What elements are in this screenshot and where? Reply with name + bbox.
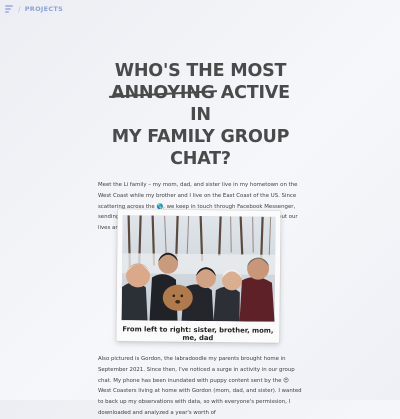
top-bar: / PROJECTS [5, 2, 63, 16]
para2-text-2: West Coasters living at home with Gordon… [98, 388, 302, 416]
title-line-3: MY FAMILY GROUP [111, 127, 290, 147]
photo-caption: From left to right: sister, brother, mom… [122, 325, 274, 343]
article: WHO'S THE MOST ANNOYING ACTIVE IN MY FAM… [98, 60, 303, 234]
family-photo-illustration [121, 215, 276, 322]
para2-text-1: Also pictured is Gordon, the labradoodle… [98, 356, 295, 384]
body-paragraph-2: Also pictured is Gordon, the labradoodle… [98, 354, 303, 419]
title-line-1: WHO'S THE MOST [114, 61, 287, 81]
family-photo-polaroid: From left to right: sister, brother, mom… [116, 209, 281, 343]
breadcrumb-separator: / [18, 4, 21, 14]
article-title: WHO'S THE MOST ANNOYING ACTIVE IN MY FAM… [98, 60, 303, 170]
title-line-4: CHAT? [170, 149, 231, 169]
heart-eyes-icon: 😍 [283, 377, 289, 384]
title-struck-word: ANNOYING [111, 83, 215, 103]
nav-projects-link[interactable]: PROJECTS [25, 5, 63, 13]
family-photo [121, 215, 276, 322]
logo-icon[interactable] [5, 4, 13, 14]
